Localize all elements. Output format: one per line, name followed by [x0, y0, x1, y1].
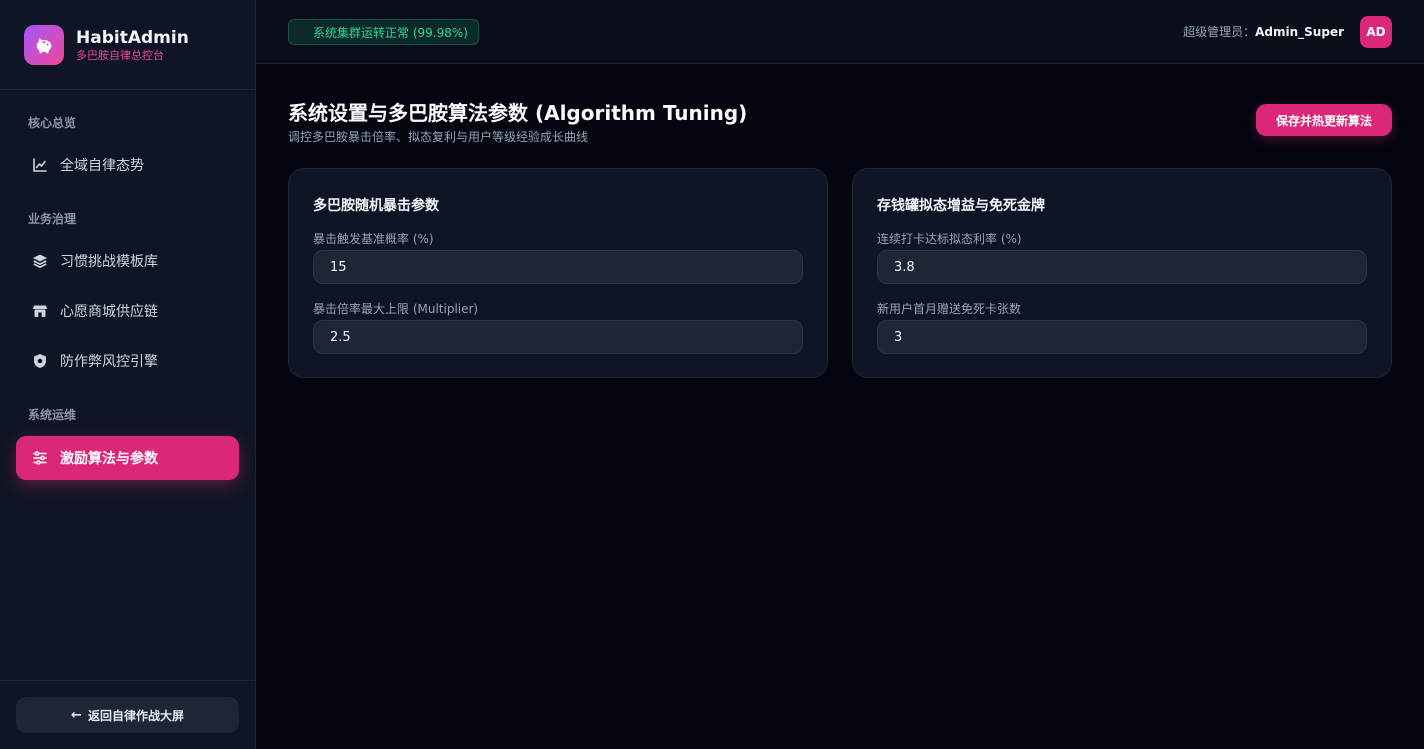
store-icon — [32, 303, 48, 319]
chart-line-icon — [32, 157, 48, 173]
arrow-left-icon: ← — [71, 707, 82, 723]
sidebar-item-label: 防作弊风控引擎 — [60, 354, 158, 370]
crit-multiplier-max-input[interactable] — [313, 320, 803, 354]
sidebar-item-label: 心愿商城供应链 — [60, 304, 158, 320]
field-label: 新用户首月赠送免死卡张数 — [877, 302, 1022, 316]
brand-title: HabitAdmin — [76, 27, 189, 48]
page-subtitle: 调控多巴胺暴击倍率、拟态复利与用户等级经验成长曲线 — [288, 130, 589, 144]
crit-base-probability-input[interactable] — [313, 250, 803, 284]
avatar[interactable]: AD — [1360, 16, 1392, 48]
nav-section-business: 业务治理 — [28, 212, 77, 226]
field-label: 暴击触发基准概率 (%) — [313, 232, 434, 246]
card-title: 存钱罐拟态增益与免死金牌 — [877, 198, 1045, 214]
sliders-icon — [32, 450, 48, 466]
status-badge: 系统集群运转正常 (99.98%) — [288, 19, 479, 45]
field-label: 暴击倍率最大上限 (Multiplier) — [313, 302, 479, 316]
admin-prefix: 超级管理员： — [1183, 25, 1256, 39]
free-pass-count-input[interactable] — [877, 320, 1367, 354]
sidebar-item-label: 全域自律态势 — [60, 158, 144, 174]
sidebar-item-templates[interactable]: 习惯挑战模板库 — [16, 239, 239, 283]
sidebar-item-overview[interactable]: 全域自律态势 — [16, 143, 239, 187]
page-title: 系统设置与多巴胺算法参数 (Algorithm Tuning) — [288, 101, 748, 125]
piggy-bank-icon — [24, 25, 64, 65]
save-and-hot-update-button[interactable]: 保存并热更新算法 — [1256, 104, 1392, 136]
nav-section-ops: 系统运维 — [28, 408, 77, 422]
field-label: 连续打卡达标拟态利率 (%) — [877, 232, 1022, 246]
back-to-dashboard-button[interactable]: ← 返回自律作战大屏 — [16, 697, 239, 733]
back-button-label: 返回自律作战大屏 — [87, 708, 184, 723]
sidebar-item-algorithm[interactable]: 激励算法与参数 — [16, 436, 239, 480]
sidebar: HabitAdmin 多巴胺自律总控台 核心总览 全域自律态势 业务治理 习惯挑… — [0, 0, 256, 749]
divider — [0, 89, 255, 90]
piggy-bank-params-card: 存钱罐拟态增益与免死金牌 连续打卡达标拟态利率 (%) 新用户首月赠送免死卡张数 — [852, 168, 1392, 378]
layers-icon — [32, 253, 48, 269]
sidebar-item-store[interactable]: 心愿商城供应链 — [16, 289, 239, 333]
sidebar-item-label: 习惯挑战模板库 — [60, 254, 158, 270]
sidebar-item-anticheat[interactable]: 防作弊风控引擎 — [16, 339, 239, 383]
card-title: 多巴胺随机暴击参数 — [313, 198, 439, 214]
admin-name: Admin_Super — [1255, 25, 1344, 39]
critical-hit-params-card: 多巴胺随机暴击参数 暴击触发基准概率 (%) 暴击倍率最大上限 (Multipl… — [288, 168, 828, 378]
sidebar-item-label: 激励算法与参数 — [60, 451, 158, 467]
brand-subtitle: 多巴胺自律总控台 — [76, 48, 164, 62]
brand[interactable]: HabitAdmin 多巴胺自律总控台 — [24, 25, 189, 65]
shield-icon — [32, 353, 48, 369]
nav-section-overview: 核心总览 — [28, 116, 77, 130]
header: 系统集群运转正常 (99.98%) 超级管理员：Admin_Super AD — [256, 0, 1424, 64]
admin-label: 超级管理员：Admin_Super — [1183, 23, 1344, 40]
divider — [0, 680, 255, 681]
streak-interest-rate-input[interactable] — [877, 250, 1367, 284]
